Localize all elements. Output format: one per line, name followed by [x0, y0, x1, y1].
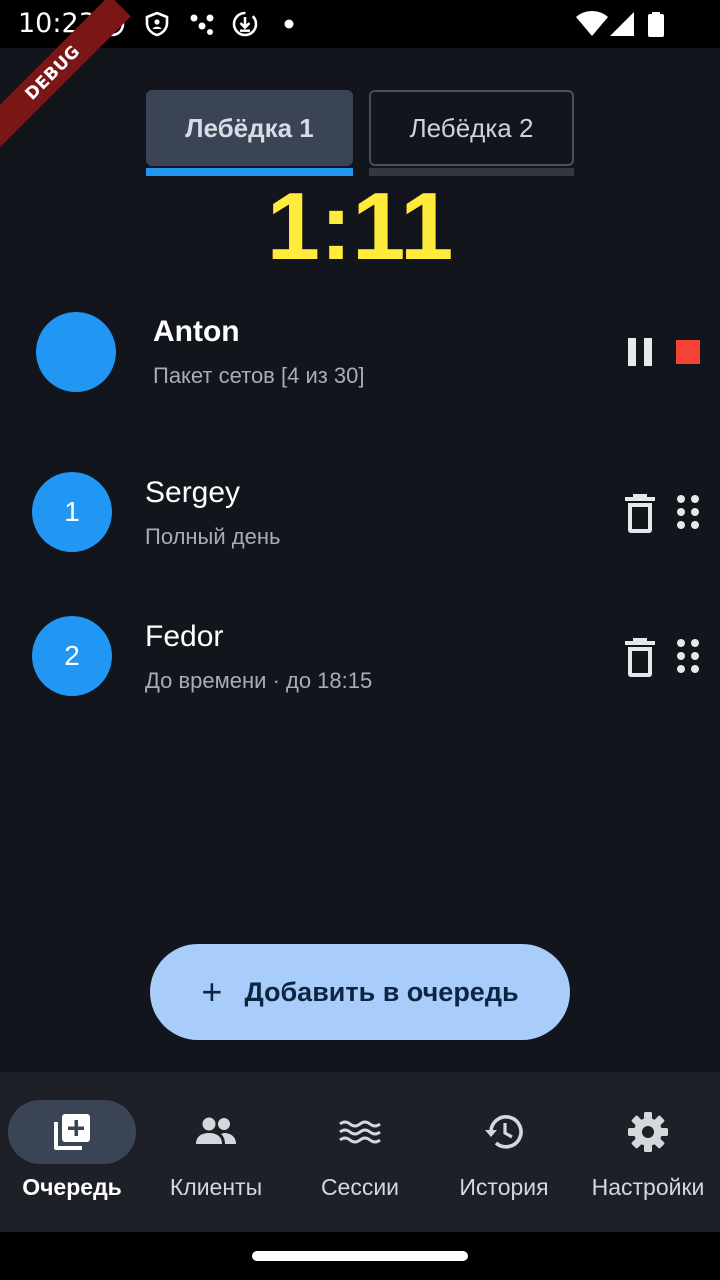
client-subtitle: Пакет сетов [4 из 30]	[153, 363, 365, 388]
dots-icon	[190, 14, 214, 35]
client-name: Fedor	[145, 620, 224, 653]
history-icon	[485, 1115, 523, 1149]
nav-item-clients[interactable]: Клиенты	[144, 1072, 288, 1232]
nav-item-queue[interactable]: Очередь	[0, 1072, 144, 1232]
people-icon	[196, 1117, 236, 1144]
nav-label-history: История	[459, 1174, 549, 1200]
nav-label-settings: Настройки	[591, 1174, 705, 1200]
nav-item-settings[interactable]: Настройки	[576, 1072, 720, 1232]
add-to-queue-button[interactable]: + Добавить в очередь	[150, 944, 570, 1040]
client-subtitle: Полный день	[145, 524, 281, 549]
gesture-bar	[0, 1232, 720, 1280]
tab-winch-1[interactable]: Лебёдка 1	[146, 90, 353, 166]
client-subtitle: До времени · до 18:15	[145, 668, 373, 693]
nav-label-queue: Очередь	[22, 1174, 122, 1200]
queue-number-avatar: 1	[32, 472, 112, 552]
download-icon	[232, 11, 258, 37]
queue-number-avatar: 2	[32, 616, 112, 696]
battery-icon	[648, 12, 664, 37]
queue-add-icon	[54, 1114, 90, 1150]
waves-icon	[339, 1120, 381, 1144]
session-timer: 1:11	[266, 173, 454, 280]
nav-label-sessions: Сессии	[320, 1174, 400, 1200]
plus-icon: +	[201, 971, 223, 1012]
gear-icon	[628, 1112, 668, 1152]
home-gesture-handle[interactable]	[252, 1251, 468, 1261]
client-name: Sergey	[145, 476, 241, 509]
shield-icon	[145, 11, 169, 37]
avatar	[36, 312, 116, 392]
trash-icon[interactable]	[622, 636, 658, 678]
trash-icon[interactable]	[622, 492, 658, 534]
stop-icon[interactable]	[676, 340, 700, 364]
nav-item-history[interactable]: История	[432, 1072, 576, 1232]
bottom-navigation: Очередь Клиенты Сессии История Настройки	[0, 1072, 720, 1232]
signal-icon	[610, 12, 634, 36]
nav-item-sessions[interactable]: Сессии	[288, 1072, 432, 1232]
queue-row[interactable]: 1 Sergey Полный день	[0, 460, 720, 570]
current-client-row[interactable]: Anton Пакет сетов [4 из 30]	[0, 300, 720, 410]
drag-handle-icon[interactable]	[676, 638, 700, 674]
wifi-icon	[576, 11, 608, 36]
client-name: Anton	[153, 315, 240, 348]
nav-label-clients: Клиенты	[169, 1174, 263, 1200]
notification-dot-icon	[284, 19, 294, 29]
add-to-queue-label: Добавить в очередь	[244, 976, 519, 1007]
tab-winch-2[interactable]: Лебёдка 2	[369, 90, 574, 166]
pause-icon[interactable]	[624, 336, 656, 368]
drag-handle-icon[interactable]	[676, 494, 700, 530]
queue-row[interactable]: 2 Fedor До времени · до 18:15	[0, 604, 720, 714]
